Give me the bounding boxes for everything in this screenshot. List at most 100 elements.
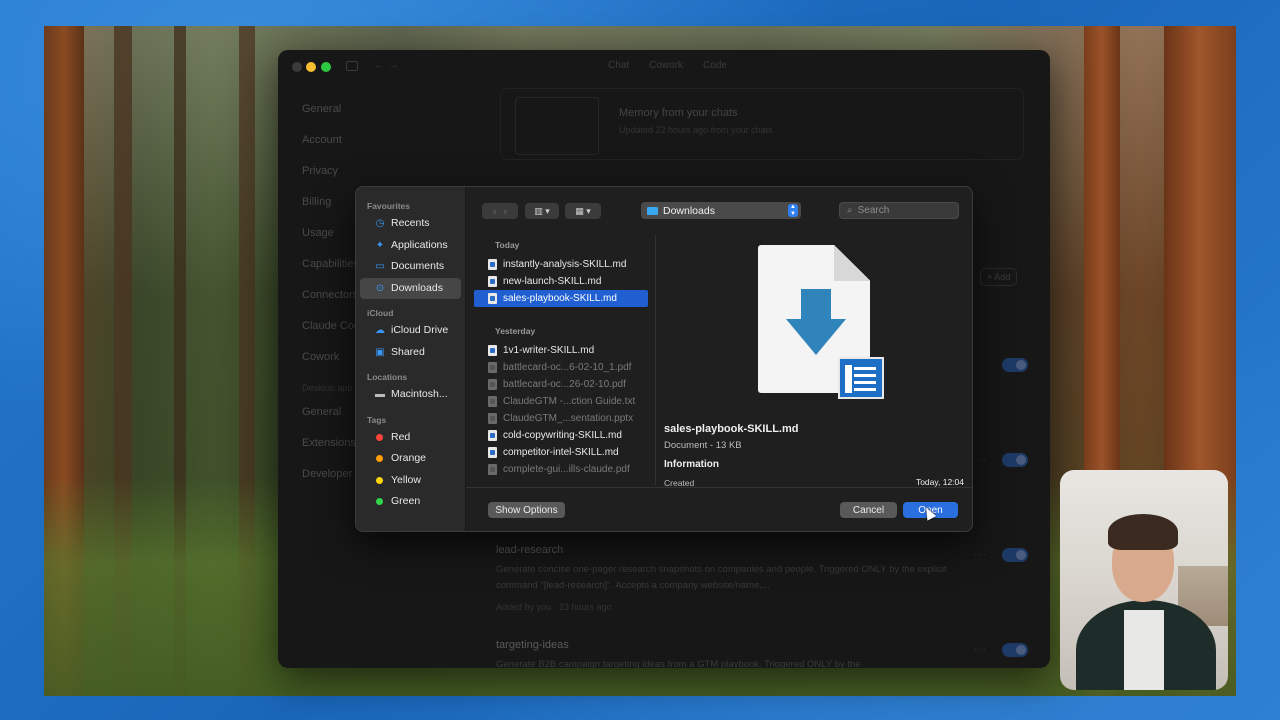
file-icon (488, 259, 497, 270)
dialog-sidebar: Favourites ◷ Recents ✦ Applications ▭ Do… (356, 187, 466, 531)
file-name: complete-gui...ills-claude.pdf (503, 464, 630, 475)
file-row[interactable]: battlecard-oc...26-02-10.pdf (474, 376, 648, 393)
chevron-down-icon: ▾ (586, 205, 591, 216)
file-group-heading: Yesterday (495, 326, 536, 336)
columns-view-icon: ▥ (534, 205, 543, 216)
sidebar-item-label: Shared (391, 345, 425, 358)
webcam-overlay (1060, 470, 1228, 690)
footer-divider (466, 487, 972, 488)
search-input[interactable]: ⌕ Search (839, 202, 959, 219)
file-name: competitor-intel-SKILL.md (503, 447, 619, 458)
file-row[interactable]: complete-gui...ills-claude.pdf (474, 461, 648, 478)
document-icon: ▭ (375, 261, 385, 272)
sidebar-item-documents[interactable]: ▭ Documents (360, 256, 461, 278)
file-row[interactable]: 1v1-writer-SKILL.md (474, 342, 648, 359)
location-select[interactable]: Downloads ▲ ▼ (641, 202, 801, 219)
skill-toggle[interactable] (1002, 548, 1028, 562)
skill-row[interactable]: lead-research Generate concise one-pager… (496, 544, 966, 612)
skill-name: targeting-ideas (496, 639, 569, 651)
file-icon (488, 362, 497, 373)
file-name: battlecard-oc...26-02-10.pdf (503, 379, 626, 390)
skill-toggle[interactable] (1002, 453, 1028, 467)
close-window-button[interactable] (292, 62, 302, 72)
file-preview: sales-playbook-SKILL.md Document - 13 KB… (656, 235, 972, 488)
sidebar-item-macintosh-hd[interactable]: ▬ Macintosh... (360, 384, 461, 406)
file-group-spacer (466, 307, 656, 321)
chevron-right-icon[interactable]: › (504, 206, 507, 216)
sidebar-item-label: Yellow (391, 473, 421, 486)
tag-dot-icon (376, 498, 383, 506)
tab-chat[interactable]: Chat (608, 60, 629, 71)
show-options-button[interactable]: Show Options (488, 502, 565, 518)
add-skill-button[interactable]: + Add (980, 268, 1018, 286)
skill-toggle[interactable] (1002, 358, 1028, 372)
dialog-toolbar: ‹ › ▥ ▾ ▦ ▾ Downloads ▲ ▼ ⌕ Search (466, 187, 972, 233)
sidebar-tag-orange[interactable]: Orange (360, 448, 461, 470)
sidebar-tag-red[interactable]: Red (360, 427, 461, 449)
file-group-heading: Today (495, 240, 520, 250)
sidebar-item-recents[interactable]: ◷ Recents (360, 213, 461, 235)
sidebar-tag-green[interactable]: Green (360, 491, 461, 513)
sidebar-item-applications[interactable]: ✦ Applications (360, 235, 461, 257)
more-options-icon[interactable]: ··· (974, 454, 987, 465)
preview-info-heading: Information (664, 459, 719, 470)
file-row[interactable]: competitor-intel-SKILL.md (474, 444, 648, 461)
document-download-icon (758, 245, 884, 399)
minimize-window-button[interactable] (306, 62, 316, 72)
sidebar-item-shared[interactable]: ▣ Shared (360, 342, 461, 364)
more-options-icon[interactable]: ··· (974, 644, 987, 655)
tab-cowork[interactable]: Cowork (649, 60, 683, 71)
file-name: battlecard-oc...6-02-10_1.pdf (503, 362, 632, 373)
sidebar-item-downloads[interactable]: ⊙ Downloads (360, 277, 461, 299)
sidebar-tag-yellow[interactable]: Yellow (360, 470, 461, 492)
file-name: sales-playbook-SKILL.md (503, 293, 617, 304)
cancel-button[interactable]: Cancel (840, 502, 897, 518)
skill-meta: Added by you · 23 hours ago (496, 602, 612, 612)
sidebar-toggle-icon[interactable] (346, 61, 358, 71)
sidebar-item-label: Applications (391, 238, 448, 251)
text-document-badge-icon (838, 357, 884, 399)
more-options-icon[interactable]: ··· (974, 549, 987, 560)
preview-file-kind: Document - 13 KB (664, 440, 742, 451)
group-by-button[interactable]: ▦ ▾ (565, 203, 601, 219)
cloud-icon: ☁ (375, 325, 385, 336)
sidebar-item-icloud-drive[interactable]: ☁ iCloud Drive (360, 320, 461, 342)
search-icon: ⌕ (847, 205, 853, 216)
skill-name: lead-research (496, 544, 564, 556)
chevron-left-icon[interactable]: ‹ (493, 206, 496, 216)
sidebar-heading-tags: Tags (367, 414, 387, 425)
tab-code[interactable]: Code (703, 60, 727, 71)
file-row[interactable]: battlecard-oc...6-02-10_1.pdf (474, 359, 648, 376)
file-icon (488, 345, 497, 356)
file-row[interactable]: instantly-analysis-SKILL.md (474, 256, 648, 273)
download-arrow-shape (786, 319, 846, 355)
file-row[interactable]: cold-copywriting-SKILL.md (474, 427, 648, 444)
file-row[interactable]: new-launch-SKILL.md (474, 273, 648, 290)
view-mode-button[interactable]: ▥ ▾ (525, 203, 559, 219)
skill-row[interactable]: targeting-ideas Generate B2B campaign ta… (496, 639, 966, 668)
settings-nav-item[interactable]: General (302, 102, 366, 133)
sidebar-item-label: Recents (391, 217, 430, 229)
download-icon: ⊙ (375, 282, 385, 294)
badge-shape (854, 388, 876, 391)
file-row[interactable]: ClaudeGTM -...ction Guide.txt (474, 393, 648, 410)
maximize-window-button[interactable] (321, 62, 331, 72)
nav-arrows-icon[interactable]: ← → (374, 59, 399, 71)
file-row[interactable]: ClaudeGTM_...sentation.pptx (474, 410, 648, 427)
app-titlebar: ← → Chat Cowork Code (278, 50, 1050, 84)
back-forward-buttons[interactable]: ‹ › (482, 203, 518, 219)
sidebar-item-label: Documents (391, 260, 445, 272)
file-row[interactable]: sales-playbook-SKILL.md (474, 290, 648, 307)
settings-nav-item[interactable]: Account (302, 133, 366, 164)
grid-icon: ▦ (575, 205, 584, 216)
badge-shape (845, 365, 852, 393)
skill-toggle[interactable] (1002, 643, 1028, 657)
clock-icon: ◷ (375, 218, 385, 229)
memory-subtitle: Updated 22 hours ago from your chats (619, 125, 773, 135)
memory-card[interactable]: Memory from your chats Updated 22 hours … (500, 88, 1024, 160)
file-name: cold-copywriting-SKILL.md (503, 430, 622, 441)
file-icon (488, 447, 497, 458)
